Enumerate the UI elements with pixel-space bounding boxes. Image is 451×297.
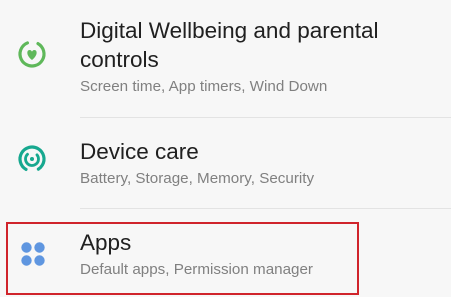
settings-item-subtitle: Battery, Storage, Memory, Security [80, 170, 315, 187]
settings-item-title: Apps [80, 230, 132, 255]
device-care-icon [15, 142, 49, 176]
settings-item-subtitle: Screen time, App timers, Wind Down [80, 78, 328, 95]
settings-item-subtitle: Default apps, Permission manager [80, 261, 313, 278]
settings-item-title: Device care [80, 139, 199, 164]
settings-item-apps[interactable]: Apps Default apps, Permission manager [0, 209, 451, 297]
settings-list: Digital Wellbeing and parental controls … [0, 0, 451, 297]
digital-wellbeing-icon [15, 37, 49, 71]
settings-item-title-continued: controls [80, 47, 159, 72]
apps-icon [15, 236, 49, 270]
settings-item-device-care[interactable]: Device care Battery, Storage, Memory, Se… [0, 118, 451, 208]
settings-item-digital-wellbeing[interactable]: Digital Wellbeing and parental controls … [0, 0, 451, 112]
settings-item-title: Digital Wellbeing and parental [80, 18, 379, 43]
